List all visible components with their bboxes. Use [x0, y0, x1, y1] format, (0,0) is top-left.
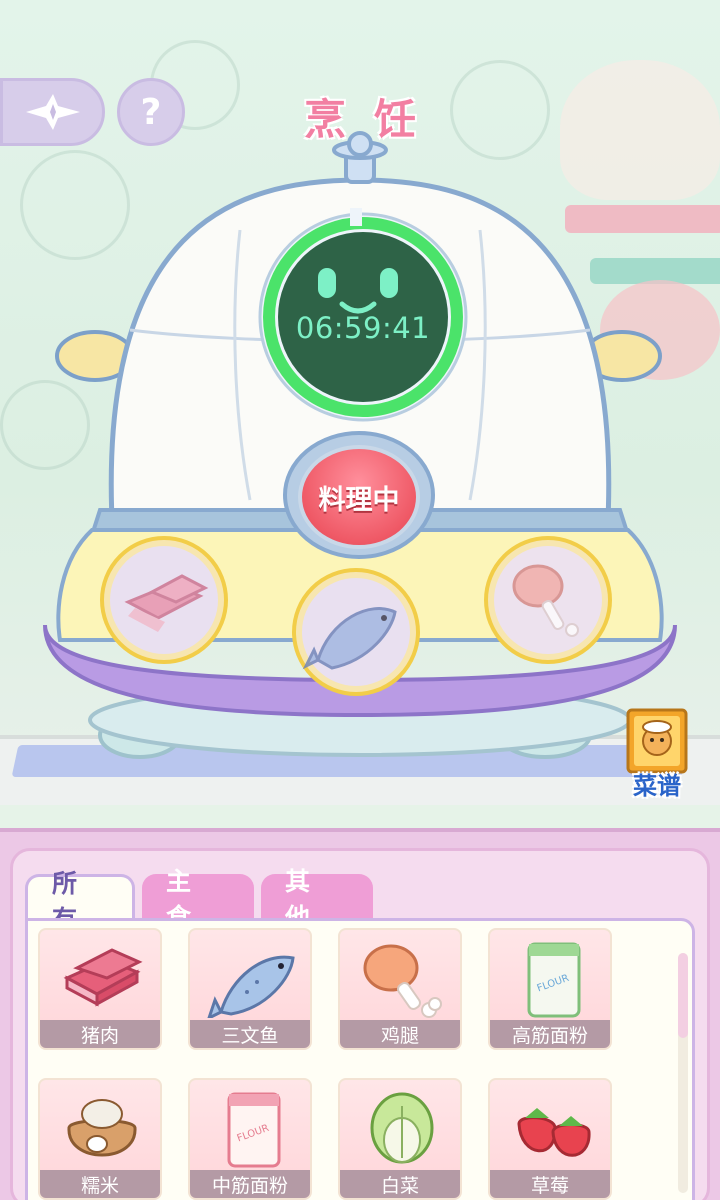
ingredient-label: 草莓 [490, 1170, 610, 1198]
ingredient-card-pork[interactable]: 猪肉 [38, 928, 162, 1050]
ingredient-label: 鸡腿 [340, 1020, 460, 1048]
antenna-ball [347, 131, 373, 157]
ingredient-card-salmon[interactable]: 三文鱼 [188, 928, 312, 1050]
ingredient-card-glutinous-rice[interactable]: 糯米 [38, 1078, 162, 1200]
pork-icon [63, 948, 143, 1007]
tab-all[interactable]: 所有 [25, 869, 135, 934]
ingredient-card-high-gluten-flour[interactable]: FLOUR 高筋面粉 [488, 928, 612, 1050]
strawberry-icon [517, 1108, 591, 1157]
inventory-scrollbar[interactable] [678, 953, 688, 1193]
cabbage-icon [370, 1092, 434, 1164]
timer-text: 06:59:41 [295, 311, 431, 345]
ingredient-card-chicken-leg[interactable]: 鸡腿 [338, 928, 462, 1050]
timer-display: 06:59:41 [278, 232, 448, 402]
ingredient-card-strawberry[interactable]: 草莓 [488, 1078, 612, 1200]
recipe-book-label[interactable]: 菜谱 [620, 766, 694, 801]
ingredient-label: 白菜 [340, 1170, 460, 1198]
ingredient-label: 猪肉 [40, 1020, 160, 1048]
ingredient-slot-2[interactable] [292, 568, 420, 696]
ingredient-label: 高筋面粉 [490, 1020, 610, 1048]
ingredient-slot-1[interactable] [100, 536, 228, 664]
salmon-icon [207, 955, 295, 1018]
flour-bag-icon: FLOUR [227, 1092, 281, 1168]
ingredient-label: 中筋面粉 [190, 1170, 310, 1198]
cooking-status-button[interactable]: 料理中 [298, 445, 420, 549]
ingredient-card-all-purpose-flour[interactable]: FLOUR 中筋面粉 [188, 1078, 312, 1200]
ingredient-card-cabbage[interactable]: 白菜 [338, 1078, 462, 1200]
inventory-tabs: 所有 主食 其他 [25, 867, 373, 934]
rice-sack-icon [67, 1099, 137, 1157]
tab-staple[interactable]: 主食 [142, 867, 254, 932]
flour-bag-icon: FLOUR [527, 942, 581, 1018]
ingredient-slot-3[interactable] [484, 536, 612, 664]
scroll-thumb[interactable] [678, 953, 688, 1038]
chicken-leg-icon [363, 944, 442, 1018]
tab-other[interactable]: 其他 [261, 867, 373, 932]
ingredient-label: 糯米 [40, 1170, 160, 1198]
ingredient-label: 三文鱼 [190, 1020, 310, 1048]
